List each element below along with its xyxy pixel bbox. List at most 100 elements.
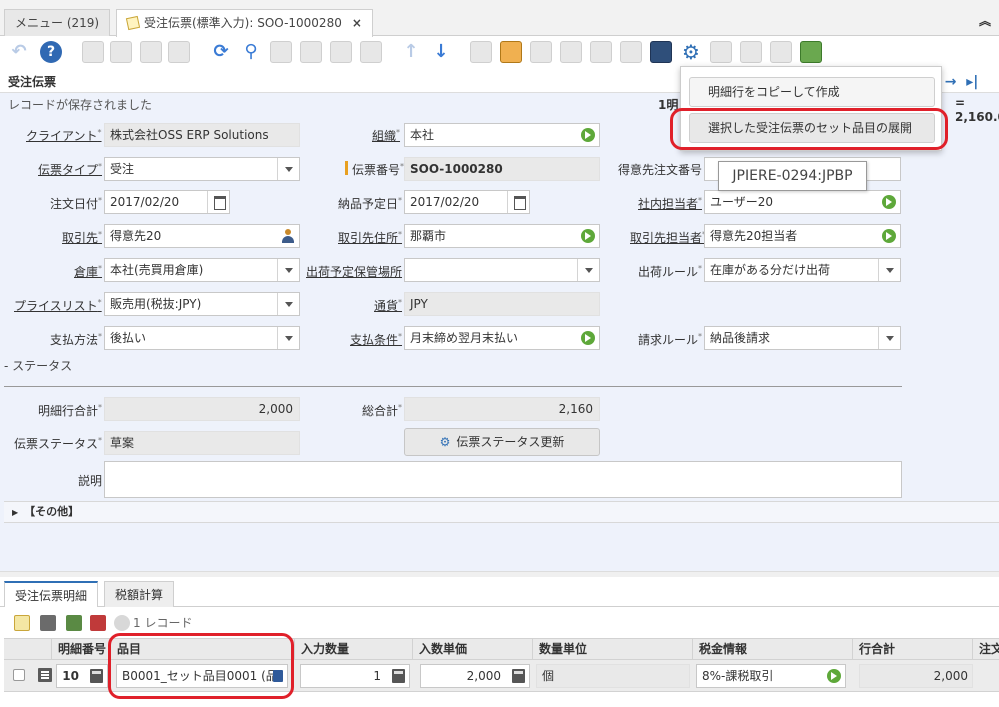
org-field[interactable]: 本社 <box>404 123 600 147</box>
previous-record-icon[interactable]: ↑ <box>400 41 422 63</box>
orderdate-field[interactable]: 2017/02/20 <box>104 190 230 214</box>
new-record-icon[interactable] <box>82 41 104 63</box>
bploc-label[interactable]: 取引先住所* <box>338 229 402 246</box>
toggle-icon[interactable] <box>114 615 130 631</box>
print-icon[interactable] <box>530 41 552 63</box>
grid-toggle-icon[interactable] <box>330 41 352 63</box>
tab-order-lines[interactable]: 受注伝票明細 <box>4 581 99 607</box>
payterm-label[interactable]: 支払条件* <box>350 331 402 348</box>
invoice-select[interactable]: 納品後請求 <box>704 326 901 350</box>
chat-icon[interactable] <box>300 41 322 63</box>
calculator-icon[interactable] <box>392 669 405 683</box>
chevron-down-icon[interactable] <box>577 259 599 281</box>
product-field[interactable]: B0001_セット品目0001 (品 <box>116 664 288 688</box>
chevron-down-icon[interactable] <box>277 327 299 349</box>
salesrep-label[interactable]: 社内担当者* <box>638 195 702 212</box>
zoom-arrow-icon[interactable] <box>581 128 595 142</box>
help-icon[interactable]: ? <box>40 41 62 63</box>
product-lookup-icon[interactable] <box>273 670 283 682</box>
description-textarea[interactable] <box>104 461 902 498</box>
archive-icon[interactable] <box>500 41 522 63</box>
user-lookup-icon[interactable] <box>282 229 294 243</box>
tab-sales-order[interactable]: 受注伝票(標準入力): SOO-1000280 × <box>116 9 373 37</box>
org-label[interactable]: 組織* <box>372 127 400 144</box>
copy-record-icon[interactable] <box>110 41 132 63</box>
save-new-icon[interactable] <box>168 41 190 63</box>
active-workflows-icon[interactable] <box>590 41 612 63</box>
col-qty[interactable]: 入力数量 <box>295 639 413 660</box>
docstatus-update-button[interactable]: ⚙ 伝票ステータス更新 <box>404 428 600 456</box>
shiploc-select[interactable] <box>404 258 600 282</box>
col-line-total[interactable]: 行合計 <box>853 639 973 660</box>
calculator-icon[interactable] <box>512 669 525 683</box>
warehouse-select[interactable]: 本社(売買用倉庫) <box>104 258 300 282</box>
zoom-arrow-icon[interactable] <box>827 669 841 683</box>
copy-lines-menu-item[interactable]: 明細行をコピーして作成 <box>689 77 935 107</box>
col-product[interactable]: 品目 <box>111 639 295 660</box>
zoom-arrow-icon[interactable] <box>882 195 896 209</box>
quick-form-icon[interactable] <box>770 41 792 63</box>
col-uom[interactable]: 数量単位 <box>533 639 693 660</box>
process-gear-icon[interactable]: ⚙ <box>680 41 702 63</box>
bpcontact-label[interactable]: 取引先担当者* <box>630 229 706 246</box>
currency-label[interactable]: 通貨* <box>374 297 402 314</box>
chevron-down-icon[interactable] <box>277 259 299 281</box>
import-icon[interactable] <box>740 41 762 63</box>
bpcontact-field[interactable]: 得意先20担当者 <box>704 224 901 248</box>
pricelist-select[interactable]: 販売用(税抜:JPY) <box>104 292 300 316</box>
col-price[interactable]: 入数単価 <box>413 639 533 660</box>
delivery-select[interactable]: 在庫がある分だけ出荷 <box>704 258 901 282</box>
client-label[interactable]: クライアント* <box>26 127 102 144</box>
next-record-icon[interactable]: ↓ <box>430 41 452 63</box>
other-section-header[interactable]: ▶ 【その他】 <box>4 501 999 523</box>
save-line-icon[interactable] <box>90 615 106 631</box>
collapse-icon[interactable]: ︽ <box>979 12 991 29</box>
bploc-field[interactable]: 那覇市 <box>404 224 600 248</box>
zoom-arrow-icon[interactable] <box>581 229 595 243</box>
price-field[interactable]: 2,000 <box>420 664 530 688</box>
lock-icon[interactable] <box>800 41 822 63</box>
zoom-arrow-icon[interactable] <box>882 229 896 243</box>
salesrep-field[interactable]: ユーザー20 <box>704 190 901 214</box>
undo-icon[interactable]: ↶ <box>8 41 30 63</box>
qty-field[interactable]: 1 <box>300 664 410 688</box>
bp-label[interactable]: 取引先* <box>62 229 102 246</box>
tab-tax-calc[interactable]: 税額計算 <box>104 581 175 607</box>
promised-field[interactable]: 2017/02/20 <box>404 190 530 214</box>
edit-row-icon[interactable] <box>38 668 52 682</box>
report-icon[interactable] <box>470 41 492 63</box>
table-row[interactable]: 10 B0001_セット品目0001 (品 1 2,000 個 8%-課税取引 … <box>4 660 999 692</box>
warehouse-label[interactable]: 倉庫* <box>74 263 102 280</box>
save-icon[interactable] <box>140 41 162 63</box>
expand-set-items-menu-item[interactable]: 選択した受注伝票のセット品目の展開 <box>689 113 935 143</box>
payterm-field[interactable]: 月末締め翌月末払い <box>404 326 600 350</box>
col-tax[interactable]: 税金情報 <box>693 639 853 660</box>
col-line-no[interactable]: 明細番号 <box>52 639 111 660</box>
tax-field[interactable]: 8%-課税取引 <box>696 664 846 688</box>
zoom-across-icon[interactable] <box>560 41 582 63</box>
find-icon[interactable]: ⚲ <box>240 41 262 63</box>
row-checkbox[interactable] <box>13 669 25 681</box>
new-line-icon[interactable] <box>14 615 30 631</box>
delete-line-icon[interactable] <box>66 615 82 631</box>
refresh-icon[interactable]: ⟳ <box>210 41 232 63</box>
chevron-down-icon[interactable] <box>277 158 299 180</box>
close-tab-icon[interactable]: × <box>352 16 362 30</box>
bp-field[interactable]: 得意先20 <box>104 224 300 248</box>
attachment-icon[interactable] <box>270 41 292 63</box>
payrule-select[interactable]: 後払い <box>104 326 300 350</box>
col-order[interactable]: 注文 <box>973 639 999 660</box>
product-info-icon[interactable] <box>650 41 672 63</box>
calendar-icon[interactable] <box>507 191 529 213</box>
line-no-field[interactable]: 10 <box>56 664 108 688</box>
calendar-icon[interactable] <box>207 191 229 213</box>
edit-line-icon[interactable] <box>40 615 56 631</box>
doctype-select[interactable]: 受注 <box>104 157 300 181</box>
tab-menu[interactable]: メニュー (219) <box>4 9 111 36</box>
doctype-label[interactable]: 伝票タイプ* <box>38 161 102 178</box>
history-icon[interactable] <box>360 41 382 63</box>
pricelist-label[interactable]: プライスリスト* <box>14 297 102 314</box>
request-icon[interactable] <box>620 41 642 63</box>
shiploc-label[interactable]: 出荷予定保管場所 <box>306 263 402 280</box>
chevron-down-icon[interactable] <box>277 293 299 315</box>
